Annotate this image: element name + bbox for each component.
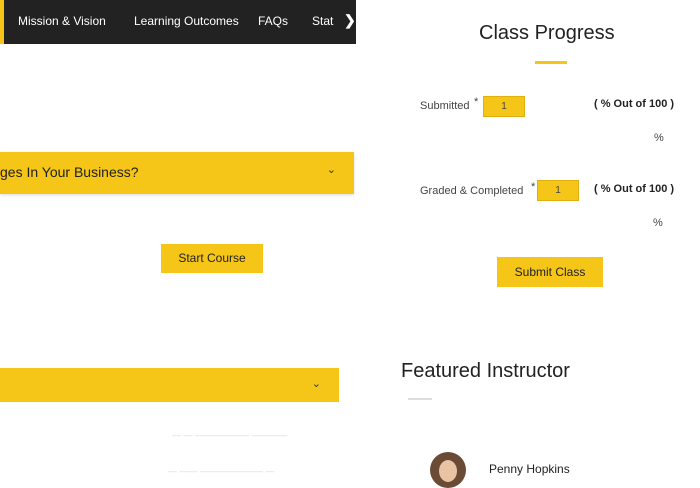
course-tabbar: Mission & Vision Learning Outcomes FAQs …: [0, 0, 356, 44]
accordion-second[interactable]: ⌄: [0, 368, 339, 402]
submitted-percent: %: [654, 132, 664, 144]
graded-out-of: ( % Out of 100 ): [594, 183, 675, 195]
accordion-business[interactable]: ges In Your Business? ⌄: [0, 152, 354, 194]
chevron-down-icon[interactable]: ⌄: [327, 163, 336, 176]
class-progress-title: Class Progress: [479, 22, 615, 44]
tab-mission-vision[interactable]: Mission & Vision: [18, 14, 106, 28]
required-asterisk: *: [531, 181, 536, 193]
title-underline: [408, 398, 432, 400]
avatar-face: [439, 460, 457, 482]
tab-learning-outcomes[interactable]: Learning Outcomes: [134, 14, 239, 28]
graded-label: Graded & Completed: [420, 185, 524, 197]
required-asterisk: *: [474, 96, 479, 108]
submit-class-button[interactable]: Submit Class: [497, 257, 603, 287]
accordion-title: ges In Your Business?: [0, 164, 139, 180]
start-course-button[interactable]: Start Course: [161, 244, 263, 273]
graded-input[interactable]: 1: [537, 180, 579, 201]
chevron-down-icon[interactable]: ⌄: [312, 377, 321, 390]
faint-text-row: — — —————— ————: [172, 430, 288, 440]
tab-stat[interactable]: Stat: [312, 14, 333, 28]
chevron-right-icon[interactable]: ❯: [344, 12, 356, 29]
submitted-out-of: ( % Out of 100 ): [594, 98, 675, 110]
avatar[interactable]: [430, 452, 466, 488]
featured-instructor-title: Featured Instructor: [401, 360, 570, 382]
graded-percent: %: [653, 217, 663, 229]
title-underline: [535, 61, 567, 64]
submitted-label: Submitted: [420, 100, 470, 112]
tab-faqs[interactable]: FAQs: [258, 14, 288, 28]
submitted-input[interactable]: 1: [483, 96, 525, 117]
instructor-name[interactable]: Penny Hopkins: [489, 462, 570, 476]
